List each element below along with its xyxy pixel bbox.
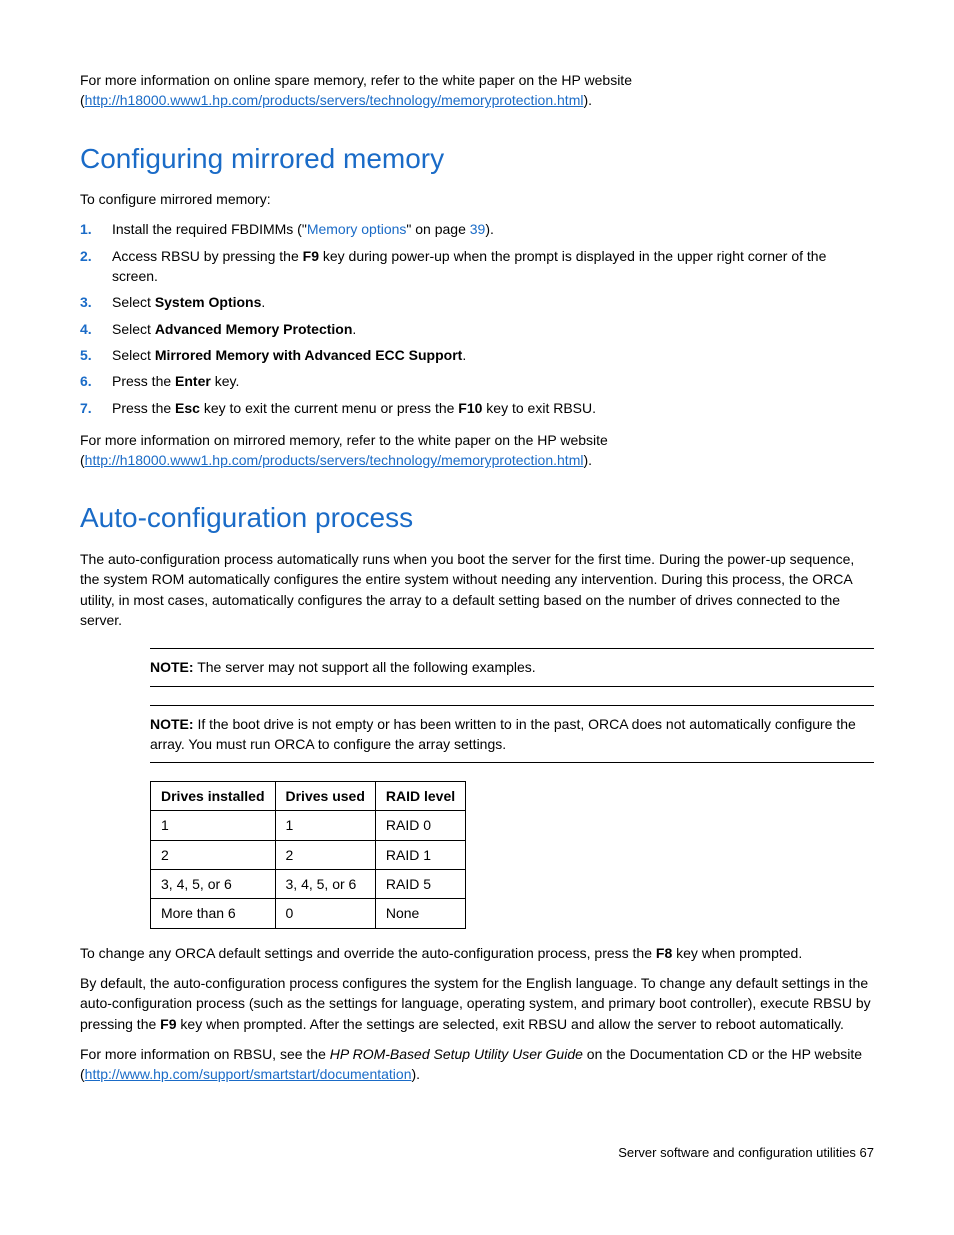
step-2: 2. Access RBSU by pressing the F9 key du… (80, 246, 874, 287)
table-row: 3, 4, 5, or 6 3, 4, 5, or 6 RAID 5 (151, 870, 466, 899)
step-text: Press the Esc key to exit the current me… (112, 398, 596, 418)
note-label: NOTE: (150, 659, 194, 675)
xref-memory-options[interactable]: Memory options (307, 221, 407, 237)
note-label: NOTE: (150, 716, 194, 732)
step-num: 3. (80, 292, 94, 312)
note-text: If the boot drive is not empty or has be… (150, 716, 856, 752)
step-text: Access RBSU by pressing the F9 key durin… (112, 246, 874, 287)
section2-p4-link[interactable]: http://www.hp.com/support/smartstart/doc… (85, 1066, 412, 1082)
th-drives-installed: Drives installed (151, 782, 276, 811)
xref-page[interactable]: 39 (470, 221, 486, 237)
step-num: 4. (80, 319, 94, 339)
step-num: 5. (80, 345, 94, 365)
note-box-1: NOTE: The server may not support all the… (150, 648, 874, 686)
table-row: 1 1 RAID 0 (151, 811, 466, 840)
step-5: 5. Select Mirrored Memory with Advanced … (80, 345, 874, 365)
heading-auto-configuration-process: Auto-configuration process (80, 498, 874, 539)
step-text: Select Mirrored Memory with Advanced ECC… (112, 345, 466, 365)
th-raid-level: RAID level (375, 782, 465, 811)
intro-paragraph: For more information on online spare mem… (80, 70, 874, 111)
note-box-2: NOTE: If the boot drive is not empty or … (150, 705, 874, 764)
table-header-row: Drives installed Drives used RAID level (151, 782, 466, 811)
raid-table-container: Drives installed Drives used RAID level … (150, 781, 874, 928)
step-num: 7. (80, 398, 94, 418)
section2-p3: By default, the auto-configuration proce… (80, 973, 874, 1034)
intro-text-after: ). (583, 92, 592, 108)
table-row: 2 2 RAID 1 (151, 840, 466, 869)
page-footer: Server software and configuration utilit… (80, 1144, 874, 1163)
step-4: 4. Select Advanced Memory Protection. (80, 319, 874, 339)
raid-table: Drives installed Drives used RAID level … (150, 781, 466, 928)
th-drives-used: Drives used (275, 782, 375, 811)
section1-outro: For more information on mirrored memory,… (80, 430, 874, 471)
step-num: 6. (80, 371, 94, 391)
step-text: Install the required FBDIMMs ("Memory op… (112, 219, 494, 239)
step-num: 1. (80, 219, 94, 239)
step-7: 7. Press the Esc key to exit the current… (80, 398, 874, 418)
step-1: 1. Install the required FBDIMMs ("Memory… (80, 219, 874, 239)
step-num: 2. (80, 246, 94, 287)
step-text: Press the Enter key. (112, 371, 239, 391)
section1-outro-link[interactable]: http://h18000.www1.hp.com/products/serve… (85, 452, 584, 468)
step-text: Select Advanced Memory Protection. (112, 319, 356, 339)
step-3: 3. Select System Options. (80, 292, 874, 312)
heading-configuring-mirrored-memory: Configuring mirrored memory (80, 139, 874, 180)
section2-p1: The auto-configuration process automatic… (80, 549, 874, 630)
step-6: 6. Press the Enter key. (80, 371, 874, 391)
section1-steps: 1. Install the required FBDIMMs ("Memory… (80, 219, 874, 417)
table-row: More than 6 0 None (151, 899, 466, 928)
step-text: Select System Options. (112, 292, 265, 312)
intro-link[interactable]: http://h18000.www1.hp.com/products/serve… (85, 92, 584, 108)
section1-lead: To configure mirrored memory: (80, 189, 874, 209)
note-text: The server may not support all the follo… (194, 659, 536, 675)
section2-p2: To change any ORCA default settings and … (80, 943, 874, 963)
section2-p4: For more information on RBSU, see the HP… (80, 1044, 874, 1085)
